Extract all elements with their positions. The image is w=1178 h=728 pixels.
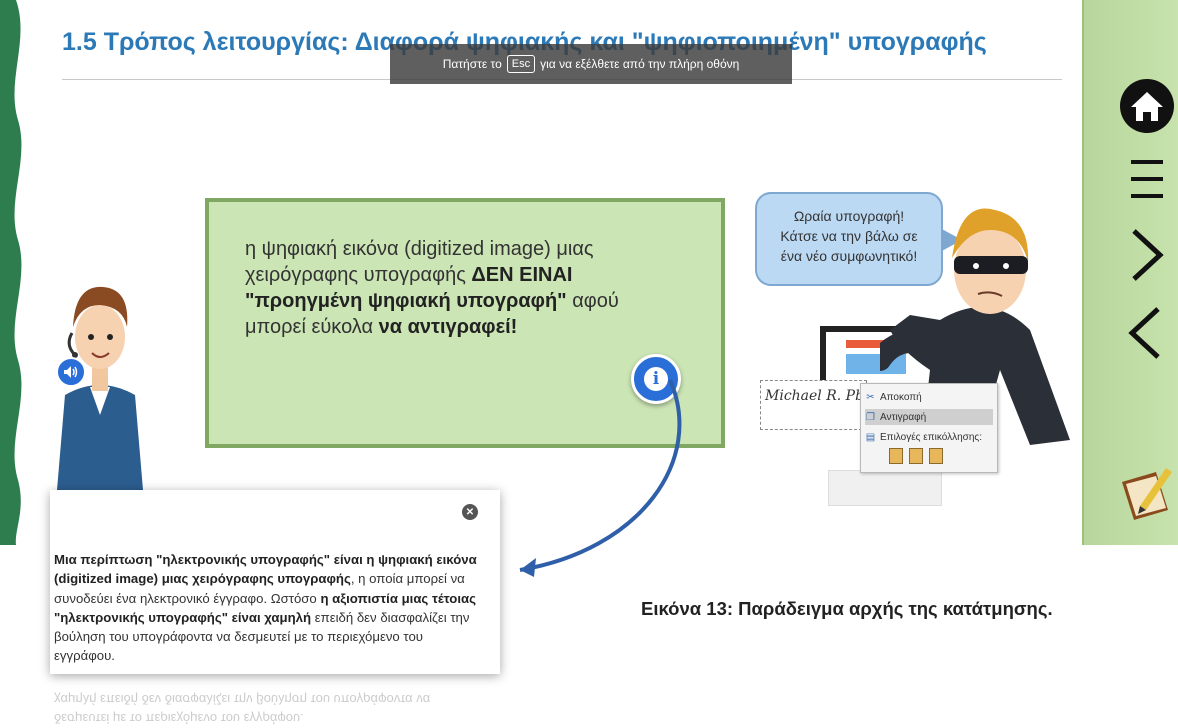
fullscreen-notice: Πατήστε το Esc για να εξέλθετε από την π… — [390, 44, 792, 84]
popup-text: Μια περίπτωση "ηλεκτρονικής υπογραφής" ε… — [54, 552, 477, 664]
menu-button[interactable] — [1127, 157, 1167, 201]
scissors-icon: ✂ — [866, 391, 875, 403]
paste-merge-format-icon[interactable] — [909, 448, 923, 464]
notice-text-before: Πατήστε το — [442, 57, 502, 71]
clipboard-icon: ▤ — [865, 431, 876, 443]
notebook-pencil-icon — [1122, 468, 1172, 520]
popup-reflection: δεσμευτεί με το περιεχόμενο του εγγράφου… — [54, 692, 431, 726]
keyboard-illustration — [828, 470, 942, 506]
wavy-border-decoration — [0, 0, 22, 545]
copy-icon: ❐ — [866, 411, 875, 423]
menu-item-cut-label: Αποκοπή — [880, 391, 922, 403]
paste-picture-icon[interactable] — [929, 448, 943, 464]
menu-item-paste-options: ▤ Επιλογές επικόλλησης: — [865, 429, 993, 445]
context-menu[interactable]: ✂ Αποκοπή ❐ Αντιγραφή ▤ Επιλογές επικόλλ… — [860, 383, 998, 473]
home-button[interactable] — [1118, 77, 1176, 135]
menu-item-copy-label: Αντιγραφή — [880, 411, 927, 423]
paste-keep-format-icon[interactable] — [889, 448, 903, 464]
figure-caption: Εικόνα 13: Παράδειγμα αρχής της κατάτμησ… — [641, 598, 1053, 619]
sound-button[interactable] — [56, 357, 86, 387]
menu-item-paste-label: Επιλογές επικόλλησης: — [880, 431, 982, 443]
chevron-right-icon — [1132, 229, 1164, 281]
paste-options-icons — [889, 448, 943, 464]
speaker-icon — [64, 366, 78, 378]
notes-button[interactable] — [1116, 462, 1176, 522]
main-text: η ψηφιακή εικόνα (digitized image) μιας … — [245, 238, 619, 338]
pointer-arrow — [519, 379, 682, 577]
close-button[interactable]: ✕ — [462, 504, 478, 520]
home-icon — [1120, 79, 1174, 133]
hamburger-menu-icon — [1131, 160, 1163, 198]
notice-text-after: για να εξέλθετε από την πλήρη οθόνη — [540, 57, 740, 71]
previous-button[interactable] — [1124, 305, 1168, 361]
esc-key: Esc — [506, 55, 536, 73]
close-icon: ✕ — [465, 506, 475, 518]
chevron-left-icon — [1128, 307, 1160, 359]
next-button[interactable] — [1124, 227, 1168, 283]
menu-item-copy[interactable]: ❐ Αντιγραφή — [865, 409, 993, 425]
menu-item-cut[interactable]: ✂ Αποκοπή — [865, 389, 993, 405]
